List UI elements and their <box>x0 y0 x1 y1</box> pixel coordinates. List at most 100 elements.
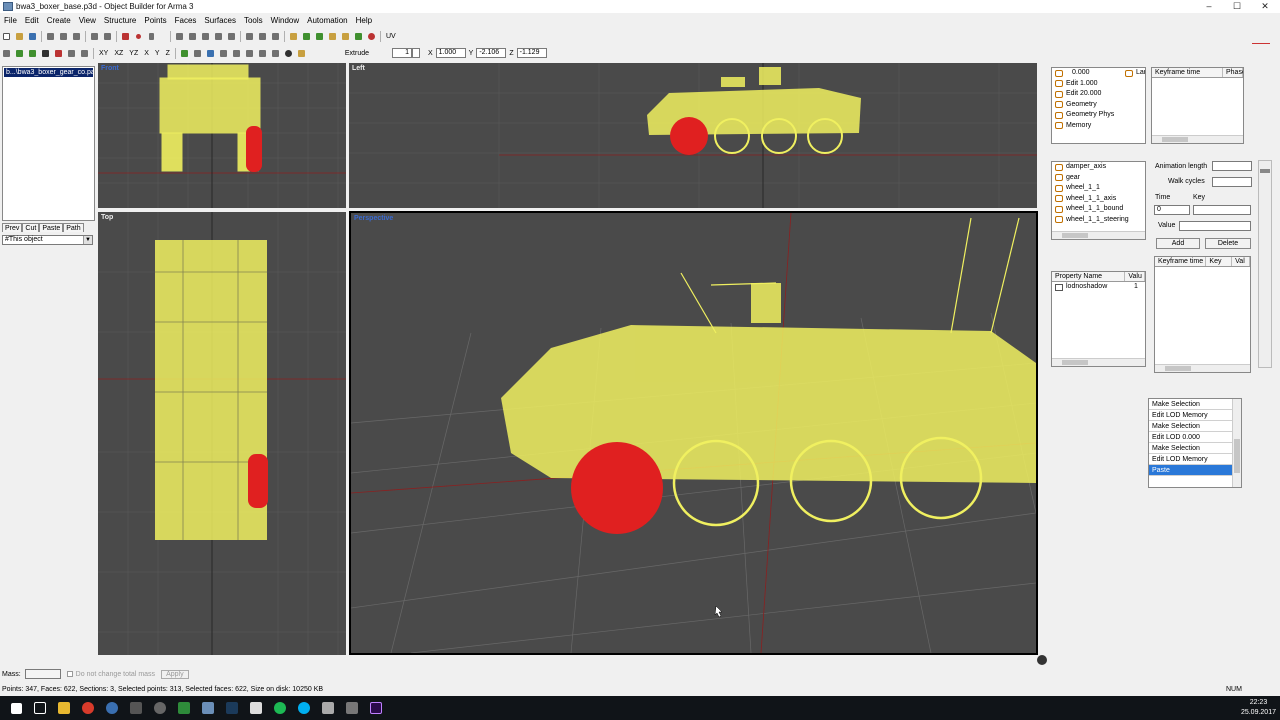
color-wheel-icon[interactable] <box>366 31 377 42</box>
horizontal-scrollbar[interactable] <box>1052 231 1145 239</box>
settings-icon[interactable] <box>283 48 294 59</box>
object-builder-task-icon[interactable] <box>200 700 216 716</box>
menu-help[interactable]: Help <box>352 16 376 25</box>
texture-item[interactable]: b...\bwa3_boxer_gear_co.paa <box>4 68 93 77</box>
close-button[interactable]: ✕ <box>1252 0 1278 13</box>
x-field[interactable]: 1.000 <box>435 48 466 58</box>
up-icon[interactable] <box>301 31 312 42</box>
history-item[interactable]: Edit LOD 0.000 <box>1149 432 1233 443</box>
viewport-perspective[interactable]: Perspective <box>349 211 1038 655</box>
history-item[interactable]: Make Selection <box>1149 443 1233 454</box>
app-icon-dark[interactable] <box>128 700 144 716</box>
cut-icon[interactable] <box>45 31 56 42</box>
paste-icon[interactable] <box>71 31 82 42</box>
tab-prev[interactable]: Prev <box>2 223 23 232</box>
col-key[interactable]: Key <box>1206 257 1233 266</box>
skype-icon[interactable] <box>296 700 312 716</box>
property-row[interactable]: lodnoshadow 1 <box>1052 282 1145 293</box>
menu-automation[interactable]: Automation <box>303 16 351 25</box>
add-button[interactable]: Add <box>1156 238 1200 249</box>
vertical-scrollbar[interactable] <box>1232 399 1241 487</box>
faces-icon[interactable] <box>27 48 38 59</box>
menu-faces[interactable]: Faces <box>171 16 201 25</box>
save-file-icon[interactable] <box>27 31 38 42</box>
rotate-icon[interactable] <box>244 31 255 42</box>
viewport-left[interactable]: Left <box>349 63 1037 208</box>
vertical-slider[interactable] <box>1258 160 1272 368</box>
lod-list[interactable]: 0.000 Edit 1.000 Edit 20.000 Geometry Ge… <box>1051 67 1146 144</box>
col-keyframe-time[interactable]: Keyframe time <box>1155 257 1207 266</box>
select-rect-icon[interactable] <box>174 31 185 42</box>
lod-item[interactable]: Memory <box>1052 121 1145 132</box>
menu-surfaces[interactable]: Surfaces <box>200 16 240 25</box>
lod-item[interactable]: Edit 1.000 <box>1052 79 1145 90</box>
lock-icon[interactable] <box>288 31 299 42</box>
steam-icon[interactable] <box>224 700 240 716</box>
walk-cycles-field[interactable] <box>1212 177 1252 187</box>
select-brush-icon[interactable] <box>200 31 211 42</box>
selection-item[interactable]: wheel_1_1 <box>1052 183 1145 194</box>
spotify-icon[interactable] <box>272 700 288 716</box>
layer3-icon[interactable] <box>353 31 364 42</box>
select-lasso-icon[interactable] <box>187 31 198 42</box>
keyframe-list-top[interactable]: Keyframe time Phase <box>1151 67 1244 144</box>
texture-list[interactable]: b...\bwa3_boxer_gear_co.paa <box>2 66 95 221</box>
texture-icon[interactable] <box>120 31 131 42</box>
viewport-top[interactable]: Top <box>98 212 346 655</box>
scale-icon[interactable] <box>257 31 268 42</box>
menu-window[interactable]: Window <box>267 16 303 25</box>
value-field[interactable] <box>1179 221 1251 231</box>
selection-item[interactable]: gear <box>1052 173 1145 184</box>
new-file-icon[interactable] <box>1 31 12 42</box>
undo-icon[interactable] <box>89 31 100 42</box>
zoom-icon[interactable] <box>226 31 237 42</box>
history-item[interactable]: Edit LOD Memory <box>1149 454 1233 465</box>
app-icon-white[interactable] <box>248 700 264 716</box>
redo-icon[interactable] <box>102 31 113 42</box>
minimize-button[interactable]: – <box>1196 0 1222 13</box>
mass-field[interactable] <box>24 669 61 679</box>
history-item[interactable]: Make Selection <box>1149 421 1233 432</box>
anim-length-field[interactable] <box>1212 161 1252 171</box>
system-clock[interactable]: 22:23 25.09.2017 <box>1241 698 1276 718</box>
box-icon[interactable] <box>218 48 229 59</box>
menu-structure[interactable]: Structure <box>100 16 140 25</box>
app-icon-mid[interactable] <box>344 700 360 716</box>
mass-checkbox[interactable] <box>66 671 73 677</box>
app-icon-blue[interactable] <box>104 700 120 716</box>
history-item[interactable]: Edit LOD Memory <box>1149 410 1233 421</box>
axis-x[interactable]: X <box>144 50 149 57</box>
extrude-field[interactable]: 1 <box>392 48 412 58</box>
maximize-button[interactable]: ☐ <box>1224 0 1250 13</box>
col-property-value[interactable]: Valu <box>1125 272 1145 281</box>
tab-path[interactable]: Path <box>63 223 84 232</box>
history-item-selected[interactable]: Paste <box>1149 465 1233 476</box>
history-list[interactable]: Make Selection Edit LOD Memory Make Sele… <box>1148 398 1242 488</box>
selection-item[interactable]: damper_axis <box>1052 162 1145 173</box>
view-icon[interactable] <box>1 48 12 59</box>
horizontal-scrollbar[interactable] <box>1152 135 1243 143</box>
move-icon[interactable] <box>213 31 224 42</box>
premiere-icon[interactable] <box>368 700 384 716</box>
tab-cut[interactable]: Cut <box>22 223 40 232</box>
selection-item[interactable]: wheel_1_1_axis <box>1052 194 1145 205</box>
keyframe-list-bottom[interactable]: Keyframe time Key Val <box>1154 256 1251 373</box>
copy-icon[interactable] <box>58 31 69 42</box>
z-field[interactable]: -1.129 <box>516 48 547 58</box>
task-view-icon[interactable] <box>32 700 48 716</box>
col-val[interactable]: Val <box>1232 257 1250 266</box>
history-item[interactable]: Make Selection <box>1149 399 1233 410</box>
horizontal-scrollbar[interactable] <box>1155 364 1250 372</box>
open-file-icon[interactable] <box>14 31 25 42</box>
axis-y[interactable]: Y <box>155 50 160 57</box>
axis-xy[interactable]: XY <box>99 50 108 57</box>
axis-xz[interactable]: XZ <box>114 50 123 57</box>
scroll-knob-icon[interactable] <box>1037 655 1047 665</box>
app-icon-grey[interactable] <box>152 700 168 716</box>
box2-icon[interactable] <box>231 48 242 59</box>
horizontal-scrollbar[interactable] <box>1052 358 1145 366</box>
key-field[interactable] <box>1193 205 1251 215</box>
menu-file[interactable]: File <box>0 16 21 25</box>
time-field[interactable]: 0 <box>1154 205 1190 215</box>
chrome-icon[interactable] <box>80 700 96 716</box>
